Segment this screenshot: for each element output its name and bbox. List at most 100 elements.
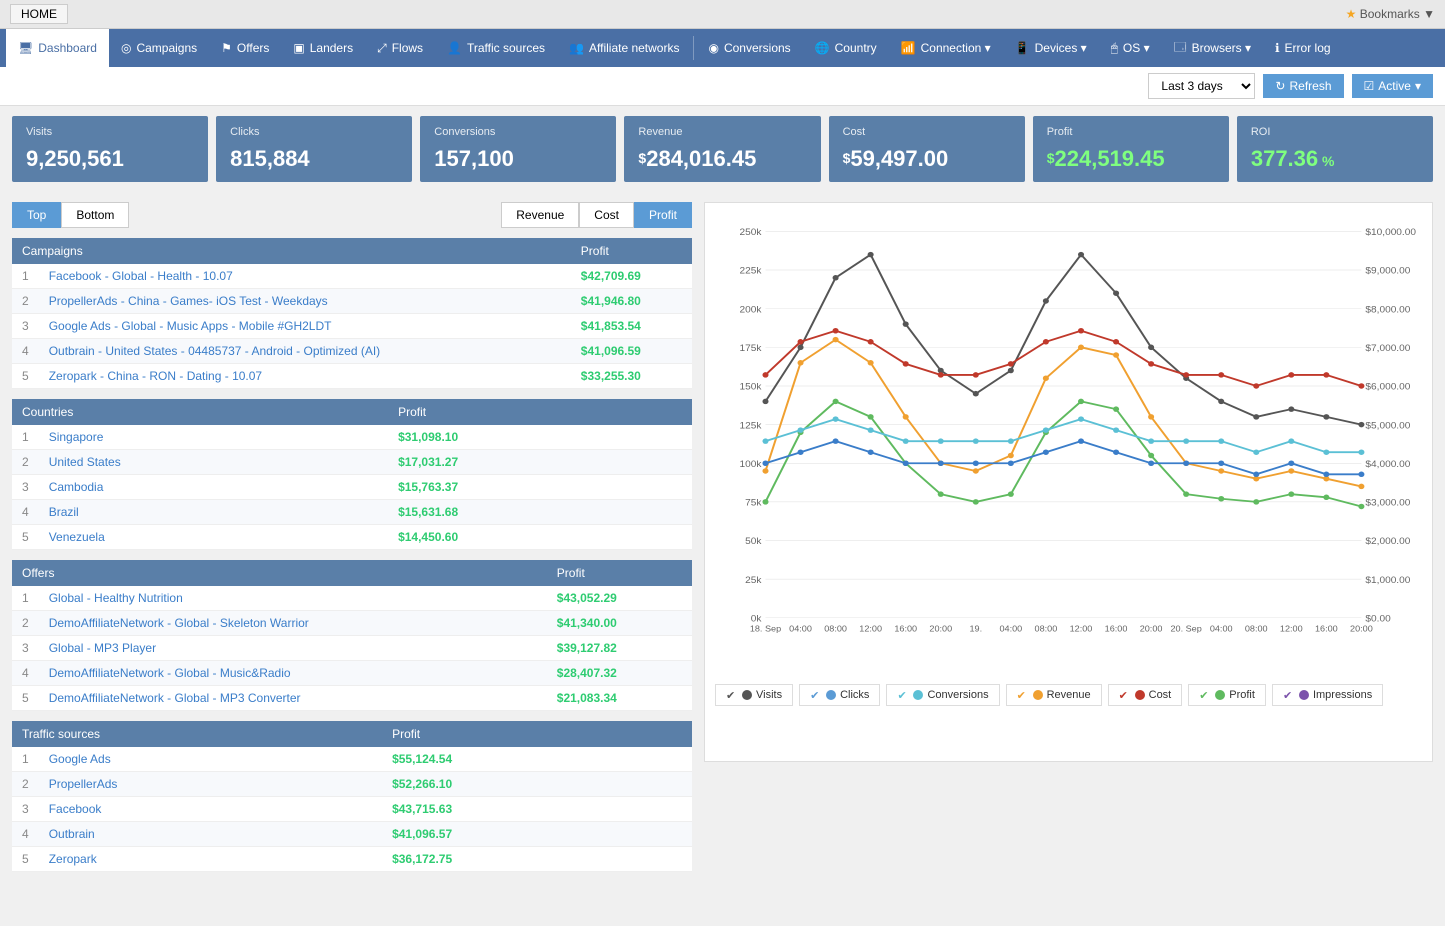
campaigns-table: Campaigns Profit 1 Facebook - Global - H…: [12, 238, 692, 389]
svg-text:04:00: 04:00: [1000, 624, 1023, 634]
refresh-icon: ↻: [1275, 79, 1285, 93]
nav-devices[interactable]: 📱 Devices ▾: [1003, 29, 1099, 67]
row-name[interactable]: Zeropark: [39, 847, 382, 872]
row-name[interactable]: Global - MP3 Player: [39, 636, 547, 661]
active-checkbox-icon: ☑: [1364, 79, 1375, 93]
row-name[interactable]: Brazil: [39, 500, 388, 525]
table-row: 1 Facebook - Global - Health - 10.07 $42…: [12, 264, 692, 289]
stat-visits: Visits 9,250,561: [12, 116, 208, 182]
row-num: 1: [12, 425, 39, 450]
row-profit: $55,124.54: [382, 747, 692, 772]
row-name[interactable]: Singapore: [39, 425, 388, 450]
nav-conversions[interactable]: ◉ Conversions: [696, 29, 802, 67]
row-num: 2: [12, 450, 39, 475]
row-name[interactable]: DemoAffiliateNetwork - Global - Skeleton…: [39, 611, 547, 636]
svg-text:20. Sep: 20. Sep: [1170, 624, 1201, 634]
table-row: 4 Outbrain - United States - 04485737 - …: [12, 339, 692, 364]
row-profit: $41,946.80: [571, 289, 692, 314]
countries-table: Countries Profit 1 Singapore $31,098.10 …: [12, 399, 692, 550]
row-name[interactable]: DemoAffiliateNetwork - Global - Music&Ra…: [39, 661, 547, 686]
tab-top[interactable]: Top: [12, 202, 61, 228]
legend-color-dot: [1215, 690, 1225, 700]
legend-item[interactable]: ✔Clicks: [799, 684, 880, 706]
star-icon: ★: [1346, 7, 1357, 21]
nav-affiliate-networks[interactable]: 👥 Affiliate networks: [557, 29, 691, 67]
svg-text:$5,000.00: $5,000.00: [1365, 421, 1410, 431]
active-button[interactable]: ☑ Active ▾: [1352, 74, 1433, 98]
trafficsources-table: Traffic sources Profit 1 Google Ads $55,…: [12, 721, 692, 872]
filter-cost[interactable]: Cost: [579, 202, 634, 228]
row-num: 1: [12, 264, 39, 289]
row-name[interactable]: Zeropark - China - RON - Dating - 10.07: [39, 364, 571, 389]
checkbox-icon: ✔: [1283, 689, 1295, 701]
stat-visits-value: 9,250,561: [26, 146, 194, 172]
nav-flows[interactable]: ⤢ Flows: [365, 29, 435, 67]
nav-offers[interactable]: ⚑ Offers: [209, 29, 281, 67]
circle-icon: ◎: [121, 41, 131, 55]
svg-text:08:00: 08:00: [1035, 624, 1058, 634]
row-name[interactable]: PropellerAds: [39, 772, 382, 797]
nav-traffic-sources[interactable]: 👤 Traffic sources: [435, 29, 557, 67]
row-name[interactable]: Facebook - Global - Health - 10.07: [39, 264, 571, 289]
row-name[interactable]: Outbrain - United States - 04485737 - An…: [39, 339, 571, 364]
legend-item[interactable]: ✔Conversions: [886, 684, 999, 706]
nav-errorlog[interactable]: ℹ Error log: [1263, 29, 1343, 67]
row-name[interactable]: PropellerAds - China - Games- iOS Test -…: [39, 289, 571, 314]
trafficsources-header: Traffic sources: [12, 721, 382, 747]
chevron-down-icon: ▾: [1415, 79, 1421, 93]
row-profit: $41,096.59: [571, 339, 692, 364]
stat-clicks-value: 815,884: [230, 146, 398, 172]
campaigns-header: Campaigns: [12, 238, 571, 264]
date-range-select[interactable]: Last 3 days Last 7 days Last 30 days: [1148, 73, 1255, 99]
trafficsources-profit-header: Profit: [382, 721, 692, 747]
nav-connection[interactable]: 📶 Connection ▾: [889, 29, 1003, 67]
wifi-icon: 📶: [901, 41, 916, 55]
row-profit: $42,709.69: [571, 264, 692, 289]
legend-label: Profit: [1229, 689, 1255, 701]
nav-os[interactable]: 🖱 OS ▾: [1099, 29, 1162, 67]
bookmarks-link[interactable]: ★ Bookmarks ▼: [1346, 7, 1435, 21]
legend-item[interactable]: ✔Profit: [1188, 684, 1266, 706]
main-chart: 250k$10,000.00225k$9,000.00200k$8,000.00…: [715, 213, 1422, 673]
svg-text:150k: 150k: [740, 382, 762, 392]
row-num: 4: [12, 500, 39, 525]
table-row: 2 PropellerAds - China - Games- iOS Test…: [12, 289, 692, 314]
nav-browsers[interactable]: 🗔 Browsers ▾: [1162, 29, 1263, 67]
row-name[interactable]: Venezuela: [39, 525, 388, 550]
row-name[interactable]: Outbrain: [39, 822, 382, 847]
table-row: 2 DemoAffiliateNetwork - Global - Skelet…: [12, 611, 692, 636]
stat-conversions: Conversions 157,100: [420, 116, 616, 182]
svg-text:04:00: 04:00: [1210, 624, 1233, 634]
nav-country[interactable]: 🌐 Country: [803, 29, 889, 67]
tab-bottom[interactable]: Bottom: [61, 202, 129, 228]
legend-color-dot: [913, 690, 923, 700]
stat-conversions-value: 157,100: [434, 146, 602, 172]
row-name[interactable]: Global - Healthy Nutrition: [39, 586, 547, 611]
svg-text:12:00: 12:00: [1070, 624, 1093, 634]
nav-campaigns[interactable]: ◎ Campaigns: [109, 29, 209, 67]
row-name[interactable]: United States: [39, 450, 388, 475]
legend-label: Visits: [756, 689, 782, 701]
svg-text:16:00: 16:00: [1105, 624, 1128, 634]
row-name[interactable]: Google Ads: [39, 747, 382, 772]
chart-container: 250k$10,000.00225k$9,000.00200k$8,000.00…: [704, 202, 1433, 762]
legend-item[interactable]: ✔Impressions: [1272, 684, 1383, 706]
filter-profit[interactable]: Profit: [634, 202, 692, 228]
row-profit: $39,127.82: [547, 636, 692, 661]
svg-text:19.: 19.: [970, 624, 983, 634]
row-num: 3: [12, 636, 39, 661]
filter-revenue[interactable]: Revenue: [501, 202, 579, 228]
row-name[interactable]: Cambodia: [39, 475, 388, 500]
legend-item[interactable]: ✔Revenue: [1006, 684, 1102, 706]
svg-text:$1,000.00: $1,000.00: [1365, 575, 1410, 585]
nav-dashboard[interactable]: 🖥 Dashboard: [6, 29, 109, 67]
row-name[interactable]: Facebook: [39, 797, 382, 822]
row-name[interactable]: DemoAffiliateNetwork - Global - MP3 Conv…: [39, 686, 547, 711]
row-name[interactable]: Google Ads - Global - Music Apps - Mobil…: [39, 314, 571, 339]
legend-item[interactable]: ✔Cost: [1108, 684, 1183, 706]
nav-landers[interactable]: ▣ Landers: [281, 29, 365, 67]
legend-item[interactable]: ✔Visits: [715, 684, 793, 706]
home-button[interactable]: HOME: [10, 4, 68, 24]
refresh-button[interactable]: ↻ Refresh: [1263, 74, 1343, 98]
main-content: Top Bottom Revenue Cost Profit Campaigns…: [0, 192, 1445, 892]
